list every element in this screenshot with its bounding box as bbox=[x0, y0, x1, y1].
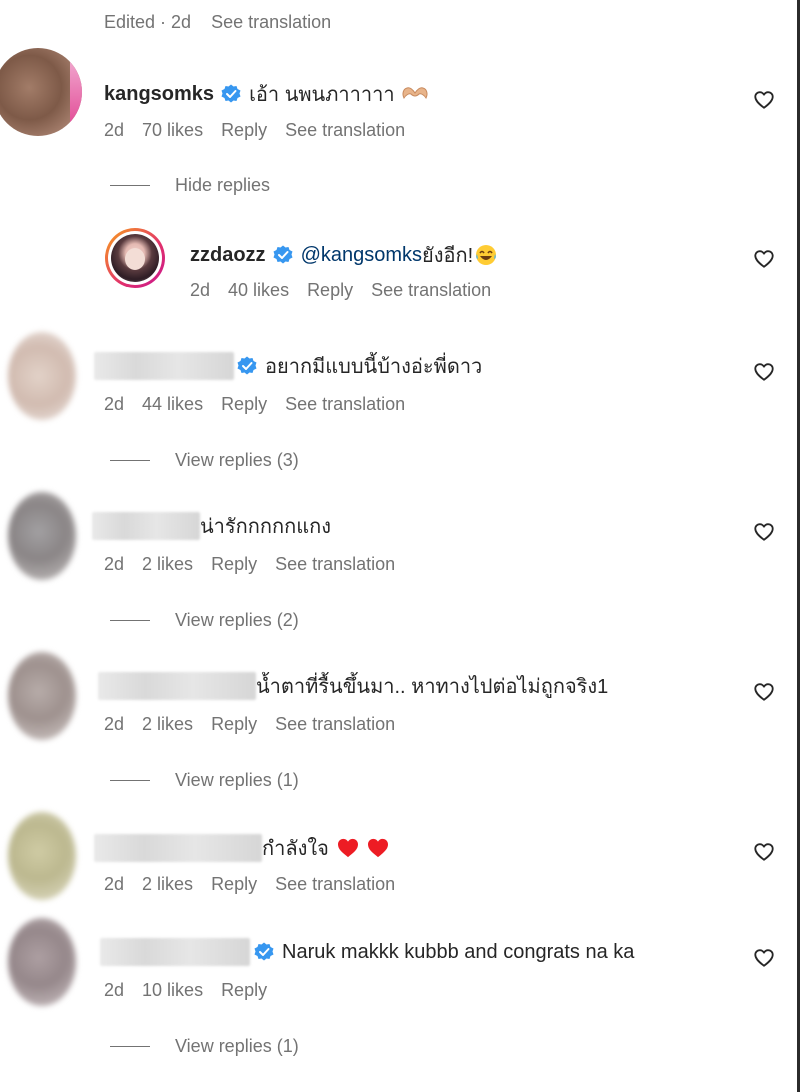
replies-divider bbox=[110, 620, 150, 621]
comment-username[interactable]: kangsomks bbox=[104, 83, 214, 106]
comment-line: zzdaozz @kangsomks ยังอีก! bbox=[190, 239, 497, 271]
heart-outline-icon[interactable] bbox=[753, 947, 775, 969]
redacted-username[interactable] bbox=[94, 834, 262, 862]
comment-meta: 2d 70 likes Reply See translation bbox=[104, 120, 423, 141]
likes-count[interactable]: 70 likes bbox=[142, 120, 203, 141]
comment-text: อยากมีแบบนี้บ้างอ่ะพี่ดาว bbox=[265, 356, 483, 378]
red-heart-emoji bbox=[337, 838, 358, 858]
comment-age: 2d bbox=[104, 120, 125, 140]
redacted-username[interactable] bbox=[100, 938, 250, 966]
comment-text: น้ำตาที่รื้นขึ้นมา.. หาทางไปต่อไม่ถูกจริ… bbox=[256, 676, 609, 698]
comment-line: อยากมีแบบนี้บ้างอ่ะพี่ดาว bbox=[94, 350, 482, 382]
avatar[interactable] bbox=[0, 48, 82, 136]
replies-divider bbox=[110, 1046, 150, 1047]
comment-line: น้ำตาที่รื้นขึ้นมา.. หาทางไปต่อไม่ถูกจริ… bbox=[98, 670, 608, 702]
avatar[interactable] bbox=[8, 812, 76, 900]
laughing-emoji bbox=[476, 245, 497, 265]
verified-badge-icon bbox=[273, 245, 293, 264]
heart-outline-icon[interactable] bbox=[753, 681, 775, 703]
verified-badge-icon bbox=[237, 356, 257, 375]
view-replies-button[interactable]: View replies (3) bbox=[110, 450, 299, 471]
view-replies-button[interactable]: View replies (1) bbox=[110, 770, 299, 791]
comment-line: กำลังใจ bbox=[94, 832, 389, 864]
reply-button[interactable]: Reply bbox=[211, 714, 257, 735]
redacted-username[interactable] bbox=[98, 672, 256, 700]
likes-count[interactable]: 2 likes bbox=[142, 714, 193, 735]
comment-meta: 2d 40 likes Reply See translation bbox=[190, 280, 509, 301]
comment-username[interactable]: zzdaozz bbox=[190, 244, 266, 267]
reply-button[interactable]: Reply bbox=[211, 874, 257, 895]
reply-button[interactable]: Reply bbox=[307, 280, 353, 301]
comment-item: น้ำตาที่รื้นขึ้นมา.. หาทางไปต่อไม่ถูกจริ… bbox=[0, 650, 797, 770]
replies-divider bbox=[110, 780, 150, 781]
see-translation-link[interactable]: See translation bbox=[275, 874, 395, 895]
comment-age: 2d bbox=[104, 874, 125, 894]
comment-meta: 2d 44 likes Reply See translation bbox=[104, 394, 423, 415]
redacted-username[interactable] bbox=[92, 512, 200, 540]
avatar[interactable] bbox=[8, 492, 76, 580]
comment-text: ยังอีก! bbox=[422, 245, 474, 267]
reply-button[interactable]: Reply bbox=[211, 554, 257, 575]
comment-line: น่ารักกกกกแกง bbox=[92, 510, 331, 542]
likes-count[interactable]: 40 likes bbox=[228, 280, 289, 301]
avatar[interactable] bbox=[8, 652, 76, 740]
mention-link[interactable]: @kangsomks bbox=[301, 244, 422, 267]
see-translation-link[interactable]: See translation bbox=[285, 394, 405, 415]
comment-age: 2d bbox=[104, 714, 125, 734]
red-heart-emoji bbox=[367, 838, 388, 858]
comment-text: น่ารักกกกกแกง bbox=[200, 516, 331, 538]
comment-text: เอ้า นพนภาาาาา bbox=[249, 84, 395, 106]
reply-button[interactable]: Reply bbox=[221, 394, 267, 415]
comment-meta: 2d 2 likes Reply See translation bbox=[104, 874, 413, 895]
comment-meta: 2d 10 likes Reply bbox=[104, 980, 285, 1001]
comment-item: น่ารักกกกกแกง 2d 2 likes Reply See translat… bbox=[0, 490, 797, 610]
comment-meta: 2d 2 likes Reply See translation bbox=[104, 714, 413, 735]
likes-count[interactable]: 10 likes bbox=[142, 980, 203, 1001]
likes-count[interactable]: 44 likes bbox=[142, 394, 203, 415]
comment-age: 2d bbox=[190, 280, 211, 300]
avatar[interactable] bbox=[8, 918, 76, 1006]
avatar-story-ring[interactable] bbox=[105, 228, 165, 288]
previous-comment-age: 2d bbox=[171, 12, 192, 32]
edited-label: Edited bbox=[104, 12, 156, 32]
heart-hands-emoji bbox=[402, 87, 428, 99]
comment-text: Naruk makkk kubbb and congrats na ka bbox=[282, 940, 635, 963]
hide-replies-button[interactable]: Hide replies bbox=[110, 175, 270, 196]
verified-badge-icon bbox=[254, 942, 274, 961]
replies-divider bbox=[110, 185, 150, 186]
comment-item: อยากมีแบบนี้บ้างอ่ะพี่ดาว 2d 44 likes Repl… bbox=[0, 330, 797, 450]
replies-divider bbox=[110, 460, 150, 461]
comment-text: กำลังใจ bbox=[262, 838, 329, 860]
verified-badge-icon bbox=[221, 84, 241, 103]
likes-count[interactable]: 2 likes bbox=[142, 554, 193, 575]
view-replies-button[interactable]: View replies (1) bbox=[110, 1036, 299, 1057]
reply-button[interactable]: Reply bbox=[221, 120, 267, 141]
view-replies-button[interactable]: View replies (2) bbox=[110, 610, 299, 631]
reply-button[interactable]: Reply bbox=[221, 980, 267, 1001]
heart-outline-icon[interactable] bbox=[753, 521, 775, 543]
comment-item: kangsomks เอ้า นพนภาาาาา 2d 70 likes Reply… bbox=[0, 48, 797, 168]
comment-line: kangsomks เอ้า นพนภาาาาา bbox=[104, 78, 429, 110]
redacted-username[interactable] bbox=[94, 352, 234, 380]
see-translation-link[interactable]: See translation bbox=[285, 120, 405, 141]
comment-item: กำลังใจ 2d 2 likes Reply See translation bbox=[0, 810, 797, 930]
heart-outline-icon[interactable] bbox=[753, 89, 775, 111]
reply-item: zzdaozz @kangsomks ยังอีก! 2d 40 likes Rep… bbox=[0, 225, 797, 345]
comment-age: 2d bbox=[104, 554, 125, 574]
comment-line: Naruk makkk kubbb and congrats na ka bbox=[100, 938, 634, 966]
previous-comment-meta: Edited · 2d See translation bbox=[104, 12, 332, 32]
heart-outline-icon[interactable] bbox=[753, 841, 775, 863]
heart-outline-icon[interactable] bbox=[753, 248, 775, 270]
comment-item: Naruk makkk kubbb and congrats na ka 2d 1… bbox=[0, 916, 797, 1036]
likes-count[interactable]: 2 likes bbox=[142, 874, 193, 895]
comment-age: 2d bbox=[104, 394, 125, 414]
heart-outline-icon[interactable] bbox=[753, 361, 775, 383]
see-translation-link[interactable]: See translation bbox=[275, 714, 395, 735]
avatar[interactable] bbox=[8, 332, 76, 420]
comment-age: 2d bbox=[104, 980, 125, 1000]
see-translation-link[interactable]: See translation bbox=[211, 12, 331, 32]
see-translation-link[interactable]: See translation bbox=[371, 280, 491, 301]
comment-meta: 2d 2 likes Reply See translation bbox=[104, 554, 413, 575]
see-translation-link[interactable]: See translation bbox=[275, 554, 395, 575]
